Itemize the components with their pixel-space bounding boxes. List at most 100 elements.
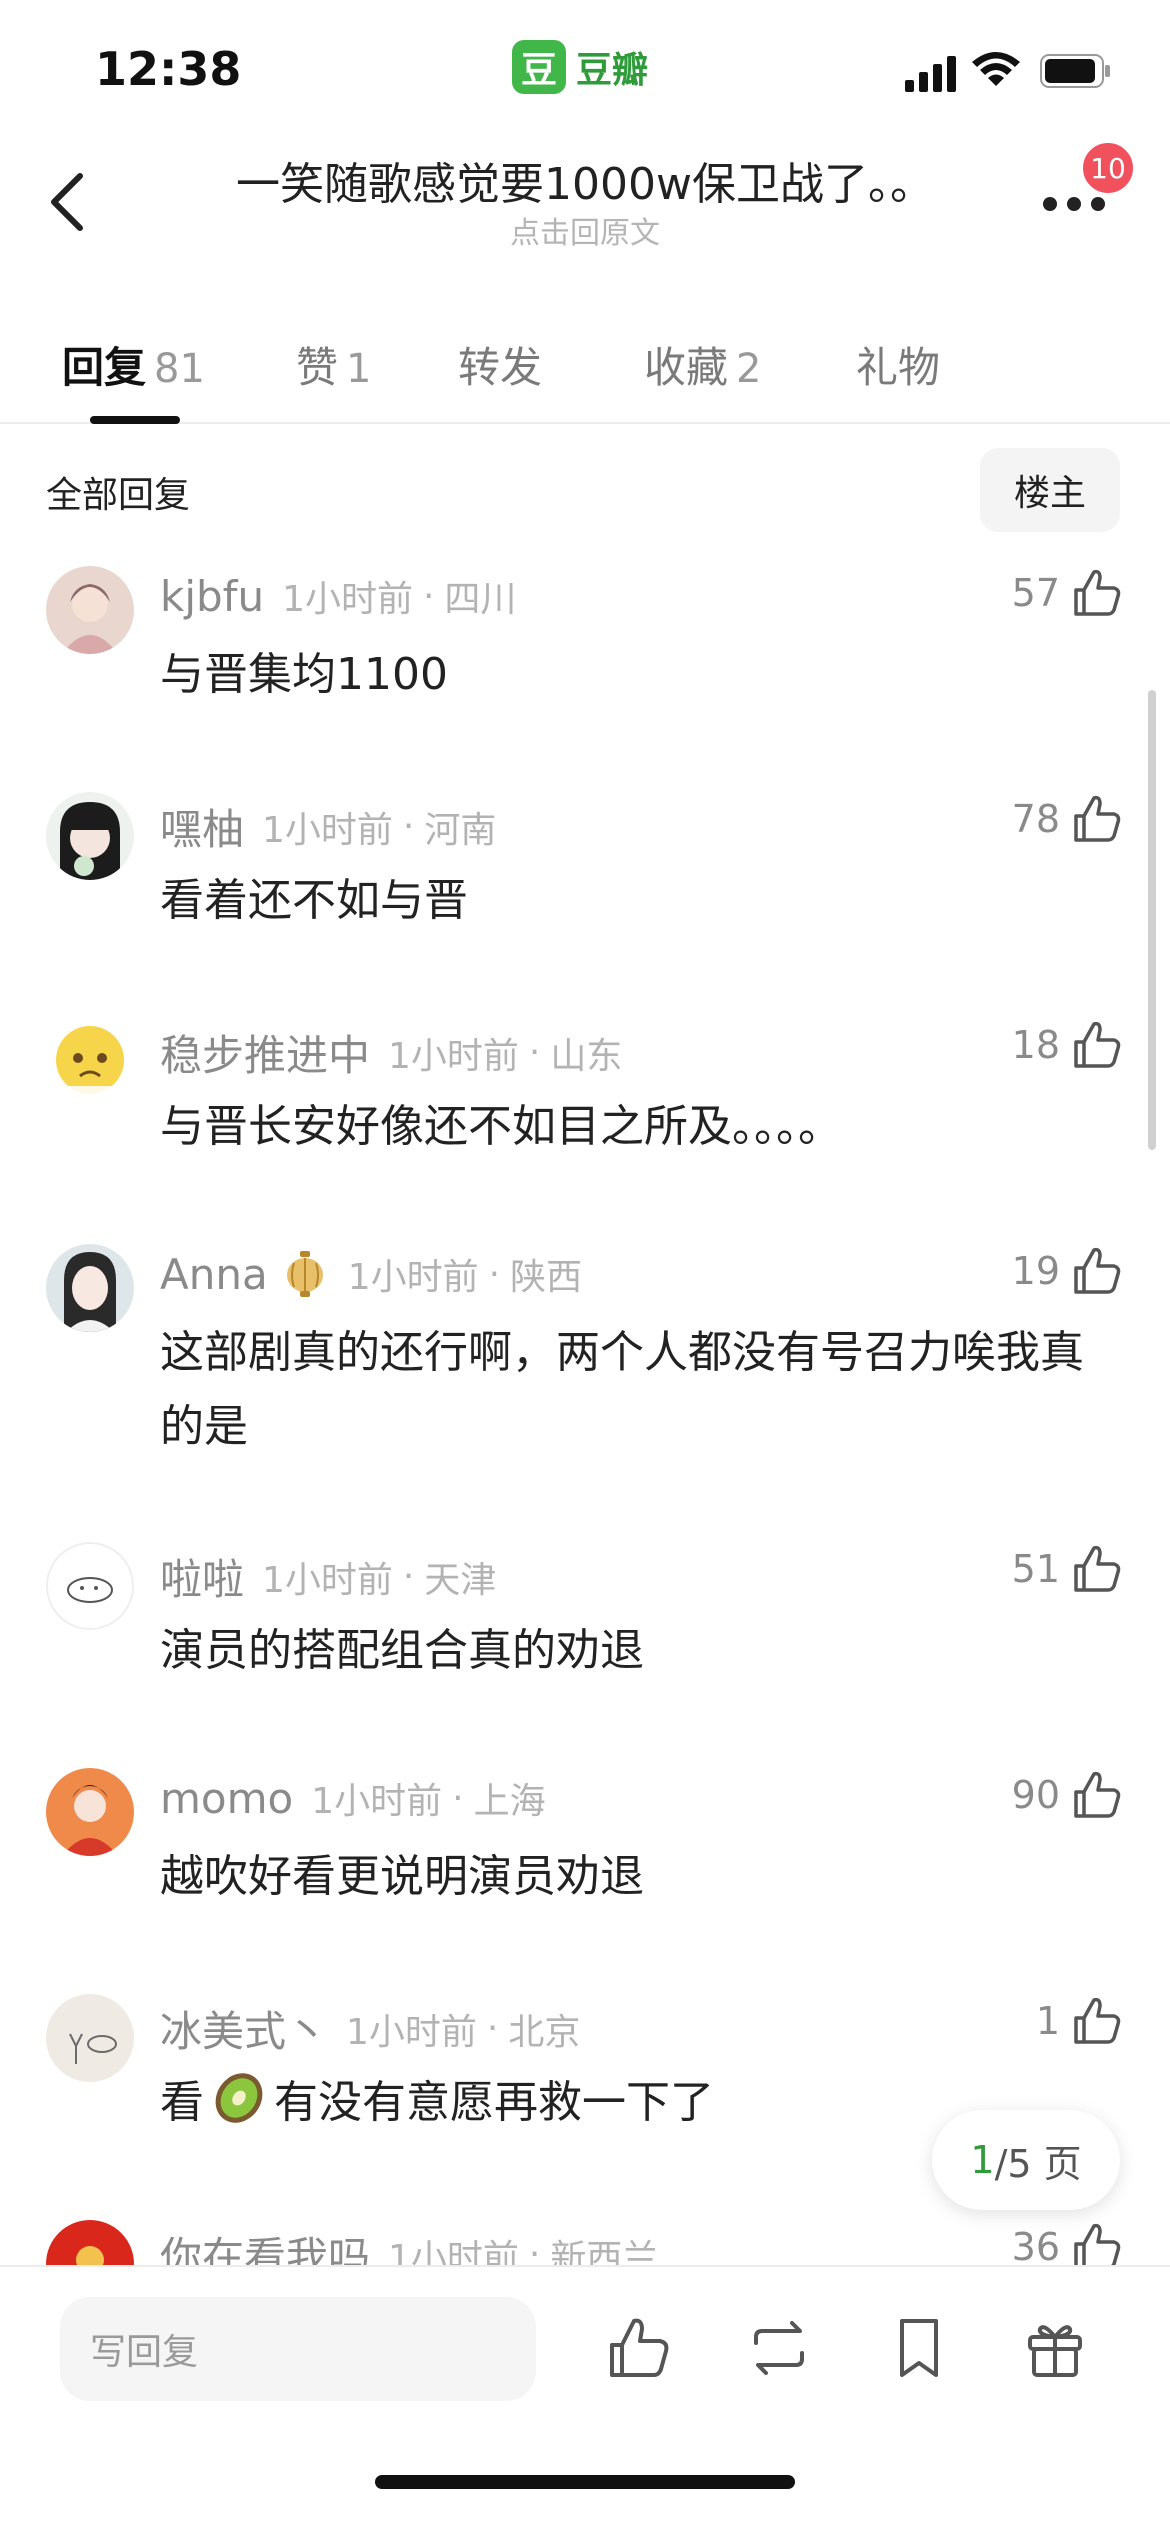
location: 河南 (424, 809, 497, 851)
tab-label: 回复 (62, 343, 147, 392)
like-count: 51 (1011, 1547, 1060, 1591)
like-button[interactable]: 90 (1012, 1768, 1124, 1822)
timestamp: 1小时前 (282, 579, 413, 620)
like-count: 19 (1011, 1249, 1060, 1293)
back-icon[interactable] (40, 164, 100, 240)
tab-count: 1 (346, 346, 372, 392)
username[interactable]: 啦啦 (160, 1546, 244, 1607)
username[interactable]: Anna (160, 1250, 268, 1299)
repost-icon[interactable] (744, 2313, 814, 2383)
location: 陕西 (510, 1257, 583, 1298)
tab-label: 礼物 (856, 343, 941, 392)
tab-label: 转发 (458, 343, 543, 392)
separator-dot: · (528, 1032, 541, 1073)
tab-bar: 回复 81 赞1 转发 收藏 2 礼物 (0, 320, 1170, 424)
comment-text: 与晋集均1100 (160, 649, 448, 700)
status-bar: 12:38 豆 豆瓣 (0, 0, 1170, 140)
douban-logo-icon: 豆 (512, 40, 566, 94)
avatar[interactable] (46, 1542, 134, 1630)
back-to-original-link[interactable]: 点击回原文 (150, 208, 1020, 252)
op-only-filter-button[interactable]: 楼主 (980, 448, 1120, 532)
wifi-icon (972, 52, 1020, 86)
comment-text: 这部剧真的还行啊，两个人都没有号召力唉我真的是 (160, 1327, 1084, 1452)
gift-icon[interactable] (1020, 2313, 1090, 2383)
like-button[interactable]: 18 (1012, 1018, 1124, 1072)
current-page: 1 (970, 2138, 995, 2182)
thumbs-up-icon (1074, 1771, 1121, 1818)
like-button[interactable]: 57 (1012, 566, 1124, 620)
separator-dot: · (402, 1556, 415, 1597)
username[interactable]: momo (160, 1774, 293, 1823)
tab-likes[interactable]: 赞1 (296, 334, 371, 395)
comment-text-part: 有没有意愿再救一下了 (274, 2077, 714, 2128)
timestamp: 1小时前 (388, 1035, 519, 1077)
like-button[interactable]: 78 (1012, 792, 1124, 846)
like-count: 36 (1011, 2225, 1060, 2269)
comment-meta: 冰美式丶 1小时前 · 北京 (160, 1998, 580, 2059)
bookmark-icon[interactable] (884, 2313, 954, 2383)
comment-text: 看着还不如与晋 (160, 875, 468, 926)
tab-replies[interactable]: 回复 81 (62, 334, 205, 395)
comment-meta: kjbfu 1小时前 · 四川 (160, 570, 516, 622)
scrollbar[interactable] (1148, 690, 1156, 1150)
separator-dot: · (488, 1253, 501, 1295)
avatar[interactable] (46, 1244, 134, 1332)
thumbs-up-icon (1074, 1997, 1121, 2044)
like-icon[interactable] (604, 2313, 674, 2383)
tab-label: 赞 (296, 343, 339, 392)
app-name: 豆瓣 (576, 50, 649, 91)
comment-text: 与晋长安好像还不如目之所及。。。。 (160, 1101, 842, 1152)
location: 上海 (473, 1781, 546, 1822)
reply-input[interactable]: 写回复 (60, 2297, 536, 2401)
like-button[interactable]: 19 (1012, 1244, 1124, 1298)
active-tab-indicator (90, 416, 180, 424)
location: 天津 (424, 1559, 497, 1601)
tab-collections[interactable]: 收藏 2 (644, 334, 761, 395)
avatar[interactable] (46, 566, 134, 654)
like-button[interactable]: 1 (1036, 1994, 1124, 2048)
bottom-action-bar: 写回复 (0, 2265, 1170, 2532)
tab-label: 收藏 (644, 343, 729, 392)
comment-text-part: 看 (160, 2077, 204, 2128)
thumbs-up-icon (1074, 795, 1121, 842)
post-title[interactable]: 一笑随歌感觉要1000w保卫战了。。 (150, 148, 1020, 212)
username[interactable]: 嘿柚 (160, 796, 244, 857)
separator-dot: · (402, 806, 415, 847)
avatar[interactable] (46, 1768, 134, 1856)
page-indicator[interactable]: 1/5 页 (932, 2110, 1120, 2210)
comment-meta: 啦啦 1小时前 · 天津 (160, 1546, 496, 1607)
avatar[interactable] (46, 1994, 134, 2082)
separator-dot: · (486, 2008, 499, 2049)
avatar[interactable] (46, 1018, 134, 1106)
avatar[interactable] (46, 792, 134, 880)
notification-badge: 10 (1080, 140, 1136, 196)
tab-count: 2 (736, 346, 762, 392)
like-count: 57 (1011, 571, 1060, 615)
thumbs-up-icon (1074, 1247, 1121, 1294)
like-count: 1 (1035, 1999, 1060, 2043)
status-time: 12:38 (95, 42, 242, 96)
tab-gifts[interactable]: 礼物 (856, 334, 940, 395)
separator-dot: · (422, 575, 435, 617)
timestamp: 1小时前 (346, 2011, 477, 2053)
comment-meta: 嘿柚 1小时前 · 河南 (160, 796, 496, 857)
location: 北京 (508, 2011, 581, 2053)
location: 四川 (444, 579, 517, 620)
timestamp: 1小时前 (347, 1257, 479, 1298)
battery-icon (1040, 54, 1110, 88)
timestamp: 1小时前 (311, 1781, 443, 1822)
username[interactable]: 冰美式丶 (160, 1998, 328, 2059)
comment-meta: momo 1小时前 · 上海 (160, 1772, 546, 1824)
thumbs-up-icon (1074, 569, 1121, 616)
like-count: 90 (1011, 1773, 1060, 1817)
like-button[interactable]: 51 (1012, 1542, 1124, 1596)
tab-count: 81 (154, 346, 205, 392)
location: 山东 (550, 1035, 623, 1077)
timestamp: 1小时前 (262, 1559, 393, 1601)
like-count: 18 (1011, 1023, 1060, 1067)
username[interactable]: 稳步推进中 (160, 1022, 370, 1083)
separator-dot: · (452, 1777, 464, 1819)
username[interactable]: kjbfu (160, 572, 264, 621)
tab-reposts[interactable]: 转发 (458, 334, 542, 395)
home-indicator (375, 2475, 795, 2489)
